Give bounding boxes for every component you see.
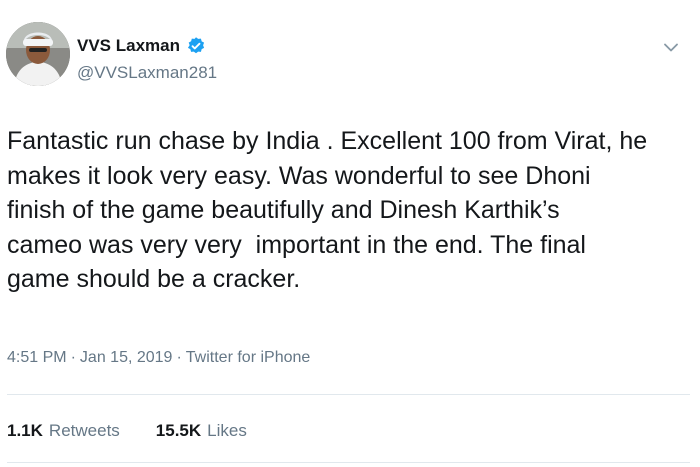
- user-handle[interactable]: @VVSLaxman281: [77, 63, 217, 83]
- divider: [7, 462, 690, 463]
- likes-label: Likes: [207, 421, 247, 440]
- tweet-text-line: game should be a cracker.: [7, 265, 301, 293]
- meta-separator: ·: [176, 349, 182, 366]
- chevron-down-icon: [664, 43, 678, 51]
- meta-separator: ·: [70, 349, 76, 366]
- tweet-date[interactable]: Jan 15, 2019: [80, 349, 173, 367]
- retweets-stat[interactable]: 1.1K Retweets: [7, 421, 120, 441]
- tweet-text-line: finish of the game beautifully and Dines…: [7, 196, 560, 224]
- tweet-menu-button[interactable]: [662, 40, 680, 54]
- avatar-image: [6, 22, 70, 86]
- retweets-count: 1.1K: [7, 421, 43, 440]
- tweet-text-line: Fantastic run chase by India . Excellent…: [7, 127, 648, 155]
- avatar[interactable]: [6, 22, 70, 86]
- verified-badge-icon: [187, 37, 205, 54]
- likes-stat[interactable]: 15.5K Likes: [156, 421, 247, 441]
- tweet-metadata: 4:51 PM · Jan 15, 2019 · Twitter for iPh…: [7, 349, 310, 367]
- tweet-stats: 1.1K Retweets 15.5K Likes: [7, 421, 247, 441]
- display-name[interactable]: VVS Laxman: [77, 36, 180, 56]
- divider: [7, 394, 690, 395]
- tweet-time[interactable]: 4:51 PM: [7, 349, 67, 367]
- likes-count: 15.5K: [155, 421, 202, 440]
- tweet-text-line: makes it look very easy. Was wonderful t…: [7, 161, 591, 190]
- tweet-text-line: cameo was very very important in the end…: [7, 230, 586, 259]
- retweets-label: Retweets: [48, 421, 120, 440]
- tweet-card: VVS Laxman @VVSLaxman281 Fantastic run c…: [0, 0, 700, 467]
- tweet-source[interactable]: Twitter for iPhone: [186, 349, 311, 367]
- name-row: VVS Laxman: [77, 36, 206, 56]
- tweet-text: Fantastic run chase by India . Excellent…: [7, 124, 687, 297]
